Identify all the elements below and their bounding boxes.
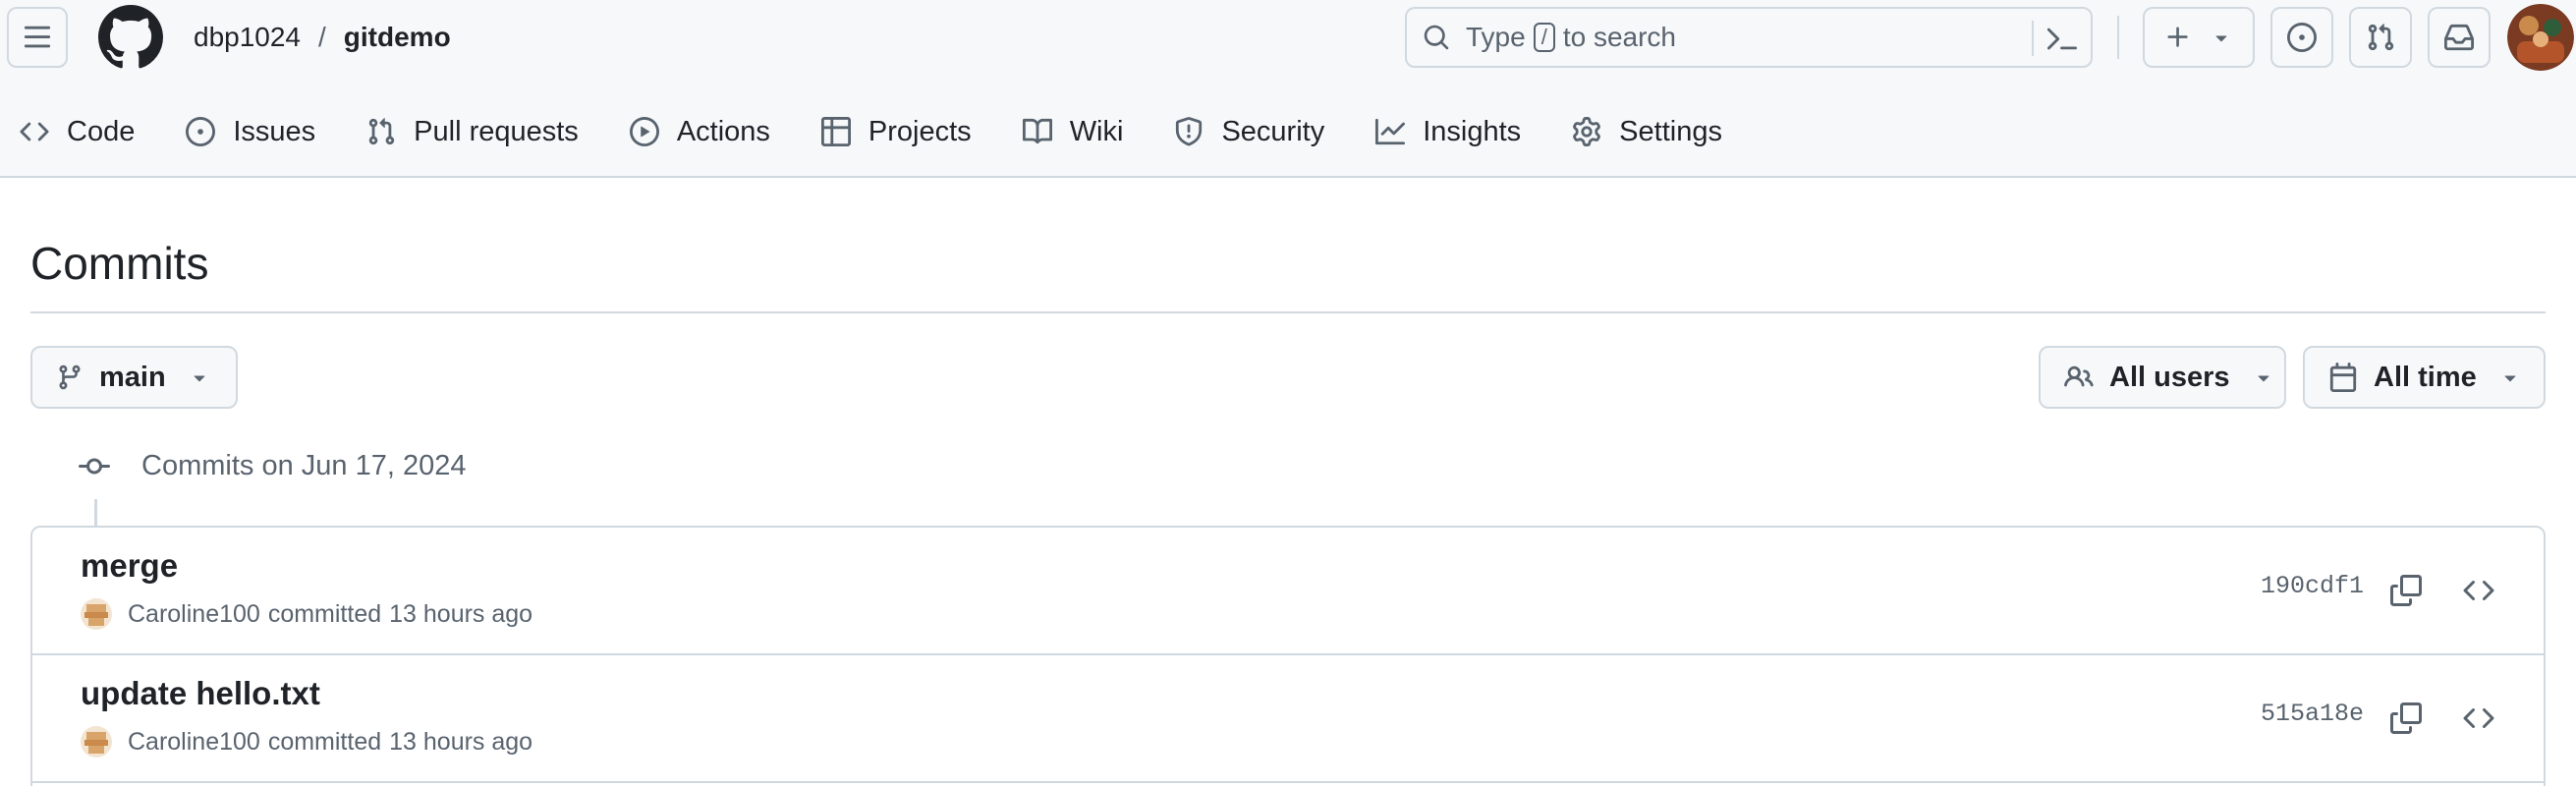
search-shortcut-key: /	[1533, 23, 1555, 52]
commit-verb: committed	[267, 727, 382, 756]
tab-pull-requests-label: Pull requests	[414, 115, 579, 147]
branch-selector-label: main	[99, 361, 166, 393]
copy-sha-button[interactable]	[2384, 697, 2428, 740]
repo-name-link[interactable]: gitdemo	[344, 18, 451, 57]
commit-meta: Caroline100 committed 13 hours ago	[81, 598, 532, 630]
copy-icon	[2390, 702, 2422, 734]
commit-group-header: Commits on Jun 17, 2024	[79, 450, 466, 482]
tab-insights[interactable]: Insights	[1375, 106, 1521, 157]
tab-security[interactable]: Security	[1174, 106, 1324, 157]
tab-actions-label: Actions	[676, 115, 770, 147]
commit-list: merge Caroline100 committed 13 hours ago…	[30, 526, 2546, 786]
book-icon	[1022, 118, 1052, 144]
users-filter-label: All users	[2109, 361, 2230, 393]
code-icon	[2463, 707, 2494, 729]
create-new-button[interactable]	[2143, 7, 2255, 68]
triangle-down-icon	[2258, 375, 2268, 382]
tab-code[interactable]: Code	[20, 106, 135, 157]
issue-opened-icon	[2287, 23, 2317, 52]
git-commit-icon	[79, 458, 110, 474]
issue-opened-icon	[186, 117, 216, 146]
search-placeholder: Type / to search	[1466, 22, 1676, 53]
code-icon	[2463, 580, 2494, 601]
commit-row: merge Caroline100 committed 13 hours ago…	[32, 528, 2544, 655]
repo-nav: Code Issues Pull requests Actions Projec…	[20, 106, 1773, 157]
browse-repo-button[interactable]	[2457, 569, 2500, 612]
users-filter[interactable]: All users	[2039, 346, 2286, 409]
commit-sha-link[interactable]: 515a18e	[2261, 700, 2364, 728]
commit-title-link[interactable]: update hello.txt	[81, 673, 320, 714]
title-divider	[30, 311, 2546, 313]
global-header: dbp1024 / gitdemo Type / to search Code …	[0, 0, 2576, 178]
commit-time: 13 hours ago	[389, 599, 533, 628]
tab-insights-label: Insights	[1423, 115, 1522, 147]
your-issues-button[interactable]	[2270, 7, 2333, 68]
tab-projects[interactable]: Projects	[820, 106, 972, 157]
page-title: Commits	[30, 238, 209, 289]
breadcrumb: dbp1024 / gitdemo	[194, 18, 451, 57]
triangle-down-icon	[194, 375, 205, 382]
tab-actions[interactable]: Actions	[629, 106, 770, 157]
menu-button[interactable]	[7, 7, 68, 68]
repo-owner-link[interactable]: dbp1024	[194, 18, 301, 57]
header-divider	[2117, 16, 2119, 59]
gear-icon	[1573, 117, 1601, 146]
timeline-connector	[94, 499, 97, 527]
commit-sha-link[interactable]: 190cdf1	[2261, 572, 2364, 600]
git-branch-icon	[59, 365, 81, 390]
plus-icon	[2167, 27, 2188, 47]
user-avatar[interactable]	[2507, 4, 2574, 71]
tab-issues[interactable]: Issues	[186, 106, 315, 157]
tab-pull-requests[interactable]: Pull requests	[366, 106, 579, 157]
code-icon	[20, 122, 49, 141]
author-avatar[interactable]	[81, 598, 112, 630]
commit-group-date: Commits on Jun 17, 2024	[141, 450, 467, 481]
author-avatar[interactable]	[81, 726, 112, 758]
time-filter-label: All time	[2374, 361, 2477, 393]
shield-icon	[1176, 117, 1203, 146]
tab-issues-label: Issues	[233, 115, 316, 147]
commit-meta: Caroline100 committed 13 hours ago	[81, 726, 532, 758]
triangle-down-icon	[2215, 35, 2227, 42]
table-icon	[820, 117, 851, 146]
commit-title-link[interactable]: merge	[81, 545, 178, 587]
search-icon	[1424, 25, 1449, 50]
calendar-icon	[2329, 363, 2357, 392]
git-pull-request-icon	[368, 118, 395, 145]
command-palette-icon[interactable]	[2047, 24, 2077, 53]
commit-row: update hello.txt Caroline100 committed 1…	[32, 655, 2544, 783]
browse-repo-button[interactable]	[2457, 697, 2500, 740]
people-icon	[2064, 365, 2094, 387]
github-logo[interactable]	[98, 5, 163, 70]
tab-projects-label: Projects	[868, 115, 972, 147]
breadcrumb-separator: /	[318, 22, 326, 52]
commit-verb: committed	[267, 599, 382, 628]
play-icon	[629, 117, 659, 146]
tab-security-label: Security	[1221, 115, 1325, 147]
time-filter[interactable]: All time	[2303, 346, 2546, 409]
graph-icon	[1375, 118, 1406, 145]
search-divider	[2032, 21, 2034, 56]
branch-selector[interactable]: main	[30, 346, 238, 409]
tab-code-label: Code	[67, 115, 136, 147]
commit-author-link[interactable]: Caroline100	[128, 600, 260, 629]
hamburger-icon	[24, 26, 51, 48]
git-pull-request-icon	[2368, 24, 2394, 51]
tab-wiki[interactable]: Wiki	[1022, 106, 1124, 157]
inbox-icon	[2444, 24, 2474, 51]
tab-settings-label: Settings	[1619, 115, 1722, 147]
github-mark-icon	[98, 5, 163, 69]
tab-settings[interactable]: Settings	[1572, 106, 1722, 157]
your-pull-requests-button[interactable]	[2349, 7, 2412, 68]
copy-icon	[2390, 575, 2422, 606]
search-placeholder-suffix: to search	[1562, 22, 1676, 52]
commit-time: 13 hours ago	[389, 727, 533, 756]
triangle-down-icon	[2504, 375, 2516, 382]
tab-wiki-label: Wiki	[1069, 115, 1124, 147]
notifications-button[interactable]	[2428, 7, 2491, 68]
commit-author-link[interactable]: Caroline100	[128, 728, 260, 757]
search-placeholder-prefix: Type	[1466, 22, 1526, 52]
search-input[interactable]: Type / to search	[1405, 7, 2093, 68]
copy-sha-button[interactable]	[2384, 569, 2428, 612]
